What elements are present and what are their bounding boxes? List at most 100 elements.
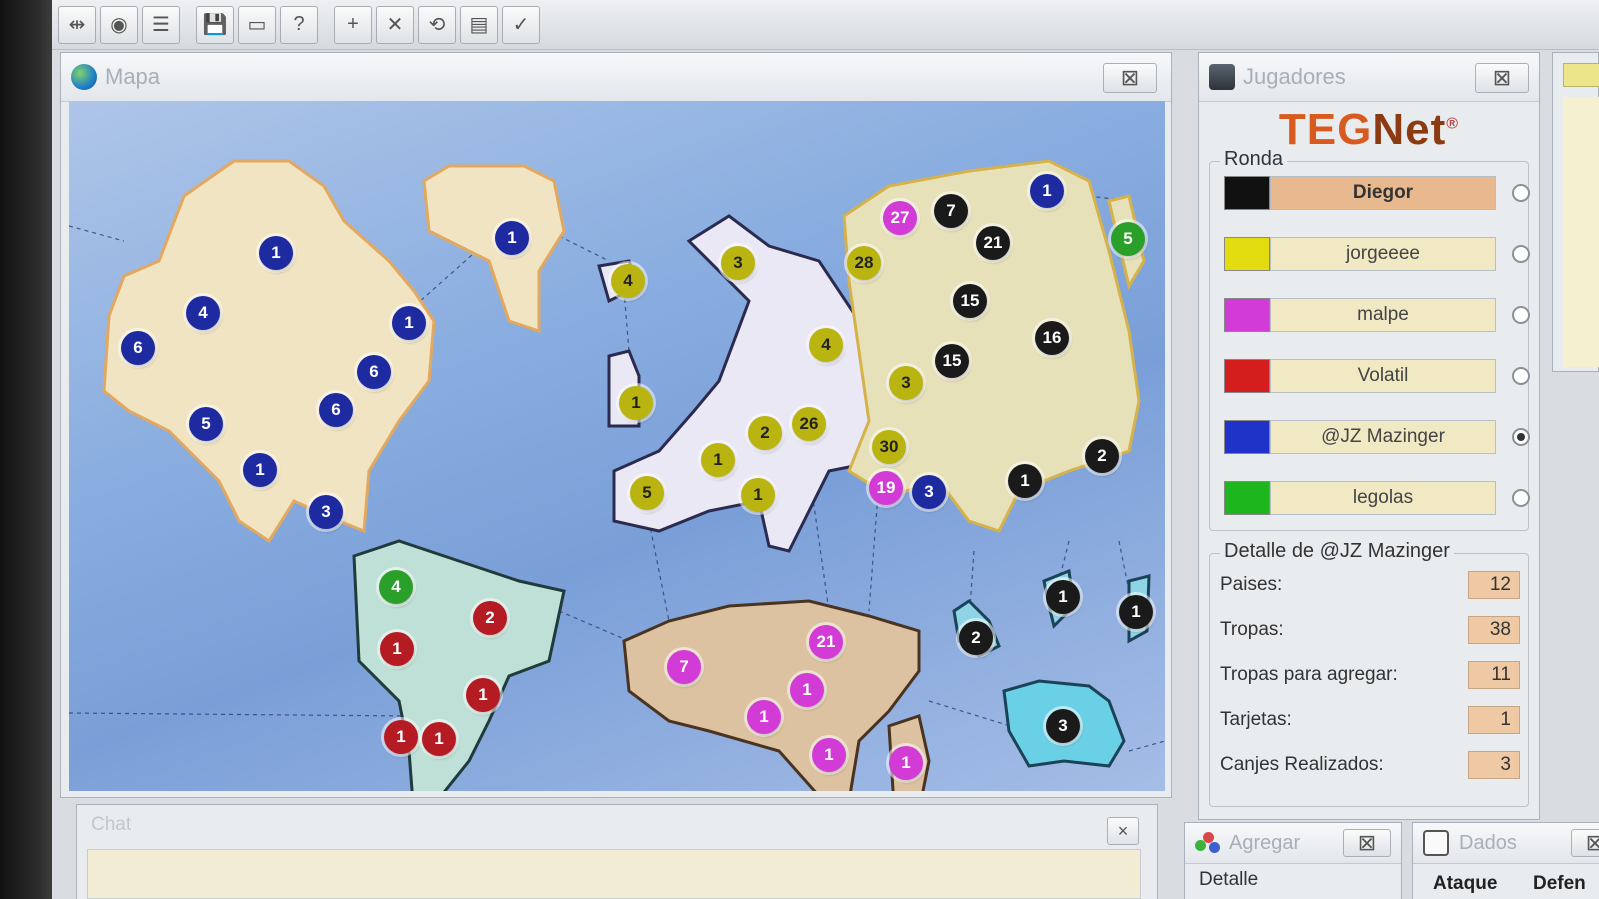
troop-marker[interactable]: 1 (243, 453, 277, 487)
troop-marker[interactable]: 3 (889, 366, 923, 400)
regroup-icon: ⟲ (428, 14, 446, 36)
cards-button[interactable]: ▤ (460, 5, 498, 44)
troop-marker[interactable]: 6 (319, 393, 353, 427)
troop-marker[interactable]: 4 (809, 328, 843, 362)
troop-marker[interactable]: 30 (872, 430, 906, 464)
troop-marker[interactable]: 16 (1035, 321, 1069, 355)
troop-marker[interactable]: 1 (889, 746, 923, 780)
player-row[interactable]: Volatil (1224, 359, 1530, 393)
troop-marker[interactable]: 1 (466, 678, 500, 712)
chat-log[interactable] (87, 849, 1141, 899)
troop-marker[interactable]: 2 (473, 601, 507, 635)
troop-marker[interactable]: 1 (259, 236, 293, 270)
attack-button[interactable]: ✕ (376, 5, 414, 44)
agregar-close-button[interactable]: ⊠ (1343, 829, 1391, 857)
round-group: Ronda Diegor jorgeeee malpe Volatil @JZ Mazi… (1209, 148, 1530, 531)
troop-marker[interactable]: 19 (869, 471, 903, 505)
map-window-titlebar[interactable]: Mapa (61, 53, 1171, 102)
players-close-button[interactable]: ⊠ (1475, 63, 1529, 93)
troop-marker[interactable]: 6 (357, 355, 391, 389)
troop-marker[interactable]: 1 (619, 386, 653, 420)
plug-button[interactable]: ⇹ (58, 5, 96, 44)
player-color-swatch (1224, 420, 1270, 454)
troop-marker[interactable]: 26 (792, 407, 826, 441)
dados-close-button[interactable]: ⊠ (1571, 829, 1599, 857)
side-window-tab[interactable] (1563, 63, 1599, 87)
player-select-radio[interactable] (1512, 306, 1530, 324)
troop-marker[interactable]: 1 (741, 478, 775, 512)
troop-marker[interactable]: 21 (809, 625, 843, 659)
add-button[interactable]: + (334, 5, 372, 44)
close-icon: ⊠ (1585, 830, 1599, 855)
troop-marker[interactable]: 1 (1046, 580, 1080, 614)
player-name: jorgeeee (1270, 237, 1496, 271)
troop-marker[interactable]: 1 (1008, 464, 1042, 498)
troop-marker[interactable]: 27 (883, 201, 917, 235)
troop-marker[interactable]: 15 (953, 284, 987, 318)
troop-marker[interactable]: 5 (189, 407, 223, 441)
troop-marker[interactable]: 1 (495, 221, 529, 255)
players-window: Jugadores ⊠ TEGNet® Ronda Diegor jorgeeee… (1198, 52, 1540, 820)
troop-marker[interactable]: 1 (380, 632, 414, 666)
side-window-body (1563, 97, 1599, 367)
detail-row: Tropas: 38 (1220, 613, 1520, 647)
save-button[interactable]: 💾 (196, 5, 234, 44)
troop-marker[interactable]: 5 (630, 476, 664, 510)
troop-marker[interactable]: 21 (976, 226, 1010, 260)
detail-value: 12 (1468, 571, 1520, 599)
troop-marker[interactable]: 1 (422, 722, 456, 756)
detail-value: 3 (1468, 751, 1520, 779)
troop-marker[interactable]: 1 (701, 443, 735, 477)
troop-marker[interactable]: 2 (1085, 439, 1119, 473)
agregar-detail-label: Detalle (1199, 869, 1259, 890)
player-name: legolas (1270, 481, 1496, 515)
troop-marker[interactable]: 15 (935, 344, 969, 378)
player-select-radio[interactable] (1512, 367, 1530, 385)
troop-marker[interactable]: 7 (667, 650, 701, 684)
player-row[interactable]: Diegor (1224, 176, 1530, 210)
troop-marker[interactable]: 3 (1046, 709, 1080, 743)
troop-marker[interactable]: 3 (721, 246, 755, 280)
player-select-radio[interactable] (1512, 184, 1530, 202)
troop-marker[interactable]: 1 (790, 673, 824, 707)
troop-marker[interactable]: 2 (959, 621, 993, 655)
troop-marker[interactable]: 2 (748, 416, 782, 450)
end-turn-button[interactable]: ✓ (502, 5, 540, 44)
card-button[interactable]: ▭ (238, 5, 276, 44)
troop-marker[interactable]: 1 (747, 700, 781, 734)
world-map[interactable]: 1 1 4 1 6 6 6 5 1 3 4 3 4 1 2 26 1 5 1 27 7 28 21 1 5 15 16 15 3 30 19… (69, 101, 1165, 791)
chat-close-button[interactable]: × (1107, 817, 1139, 845)
list-button[interactable]: ☰ (142, 5, 180, 44)
troop-marker[interactable]: 1 (384, 720, 418, 754)
troop-marker[interactable]: 4 (379, 570, 413, 604)
detail-value: 1 (1468, 706, 1520, 734)
troop-marker[interactable]: 1 (392, 306, 426, 340)
troop-marker[interactable]: 7 (934, 194, 968, 228)
regroup-button[interactable]: ⟲ (418, 5, 456, 44)
player-select-radio[interactable] (1512, 489, 1530, 507)
map-close-button[interactable]: ⊠ (1103, 63, 1157, 93)
player-select-radio[interactable] (1512, 245, 1530, 263)
close-icon: ⊠ (1492, 65, 1512, 90)
troop-marker[interactable]: 1 (812, 738, 846, 772)
troop-marker[interactable]: 4 (186, 296, 220, 330)
player-row[interactable]: jorgeeee (1224, 237, 1530, 271)
help-button[interactable]: ? (280, 5, 318, 44)
troop-marker[interactable]: 6 (121, 331, 155, 365)
close-icon: ⊠ (1120, 65, 1140, 90)
player-select-radio[interactable] (1512, 428, 1530, 446)
card-icon: ▭ (247, 14, 267, 36)
player-row[interactable]: malpe (1224, 298, 1530, 332)
detail-label-text: Paises: (1220, 574, 1283, 595)
agregar-window: Agregar ⊠ Detalle (1184, 822, 1402, 899)
connect-button[interactable]: ◉ (100, 5, 138, 44)
troop-marker[interactable]: 3 (309, 495, 343, 529)
troop-marker[interactable]: 1 (1119, 595, 1153, 629)
player-row[interactable]: @JZ Mazinger (1224, 420, 1530, 454)
troop-marker[interactable]: 28 (847, 246, 881, 280)
player-row[interactable]: legolas (1224, 481, 1530, 515)
troop-marker[interactable]: 5 (1111, 222, 1145, 256)
troop-marker[interactable]: 4 (611, 264, 645, 298)
troop-marker[interactable]: 3 (912, 475, 946, 509)
troop-marker[interactable]: 1 (1030, 174, 1064, 208)
